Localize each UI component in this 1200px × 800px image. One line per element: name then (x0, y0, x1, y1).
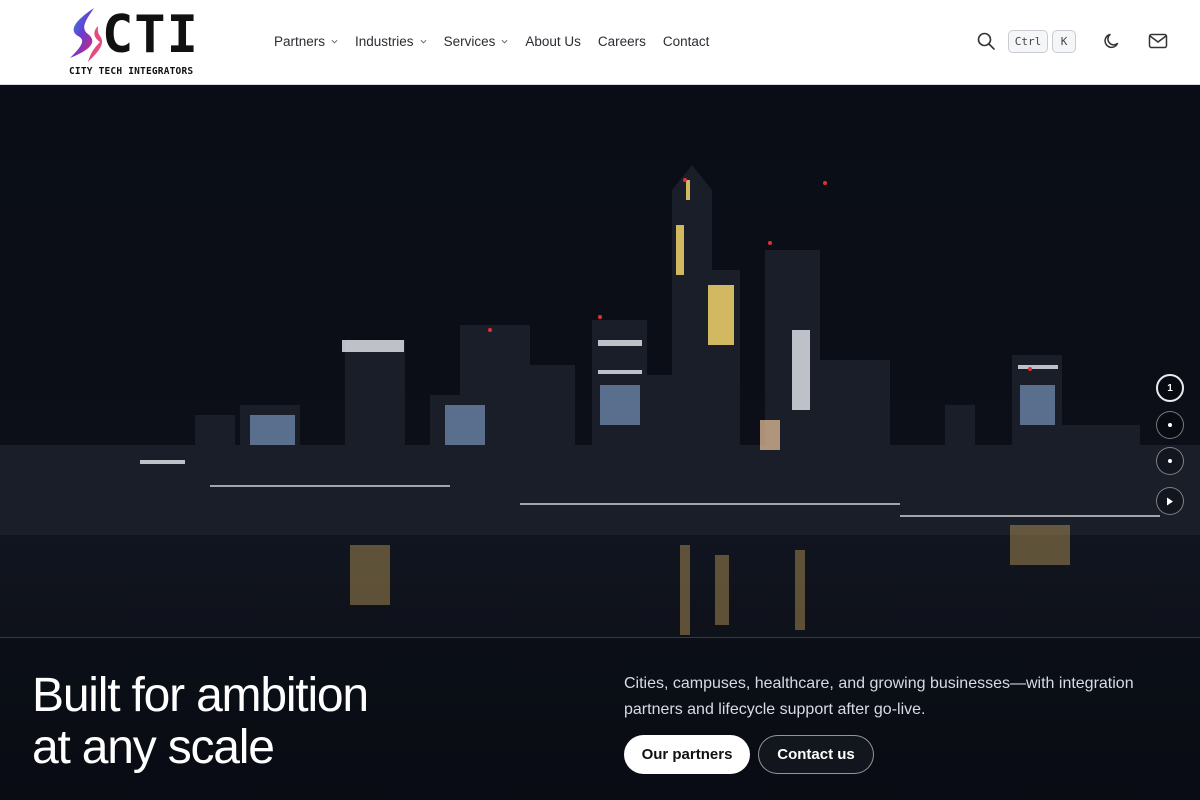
nav-item-industries[interactable]: Industries (355, 34, 427, 49)
play-icon (1167, 497, 1173, 505)
site-header: CTI CITY TECH INTEGRATORS Partners Indus… (0, 0, 1200, 85)
cti-logo[interactable]: CTI CITY TECH INTEGRATORS (64, 5, 200, 80)
shortcut-key-k: K (1052, 30, 1076, 53)
hero-description: Cities, campuses, healthcare, and growin… (624, 675, 1134, 718)
chevron-down-icon (331, 39, 338, 43)
mail-icon[interactable] (1148, 32, 1168, 50)
slide-dot-active[interactable]: 1 (1156, 374, 1184, 402)
nav-item-services[interactable]: Services (444, 34, 509, 49)
headline-line-2: at any scale (32, 721, 275, 774)
headline-line-1: Built for ambition (32, 669, 369, 722)
dot-icon (1168, 423, 1172, 427)
nav-label: Partners (274, 33, 326, 49)
dot-icon (1168, 459, 1172, 463)
hero-section: 1 Built for ambition at any scale Cities… (0, 85, 1200, 800)
chevron-down-icon (420, 39, 427, 43)
slide-play-button[interactable] (1156, 487, 1184, 515)
shortcut-key-ctrl: Ctrl (1008, 30, 1048, 53)
moon-icon[interactable] (1103, 32, 1121, 50)
main-nav: Partners Industries Services About Us Ca… (274, 30, 726, 52)
nav-label: Industries (355, 33, 414, 49)
chevron-down-icon (501, 39, 508, 43)
logo-subtitle: CITY TECH INTEGRATORS (69, 66, 194, 77)
hero-headline: Built for ambition at any scale (32, 669, 369, 774)
nav-label: Services (443, 33, 496, 49)
search-icon[interactable] (976, 31, 996, 51)
hero-caption-band: Built for ambition at any scale Cities, … (0, 637, 1200, 800)
slide-dot[interactable] (1156, 447, 1184, 475)
nav-label: Contact (662, 33, 710, 49)
slide-number: 1 (1167, 382, 1173, 394)
nav-label: Careers (597, 33, 646, 49)
nav-item-contact[interactable]: Contact (663, 34, 710, 49)
nav-item-partners[interactable]: Partners (274, 34, 338, 49)
nav-label: About Us (525, 33, 581, 49)
our-partners-button[interactable]: Our partners (624, 735, 750, 774)
logo-wordmark: CTI (102, 5, 199, 65)
nav-item-careers[interactable]: Careers (598, 34, 646, 49)
contact-us-button[interactable]: Contact us (758, 735, 874, 774)
nav-item-about-us[interactable]: About Us (525, 34, 581, 49)
slide-dot[interactable] (1156, 411, 1184, 439)
